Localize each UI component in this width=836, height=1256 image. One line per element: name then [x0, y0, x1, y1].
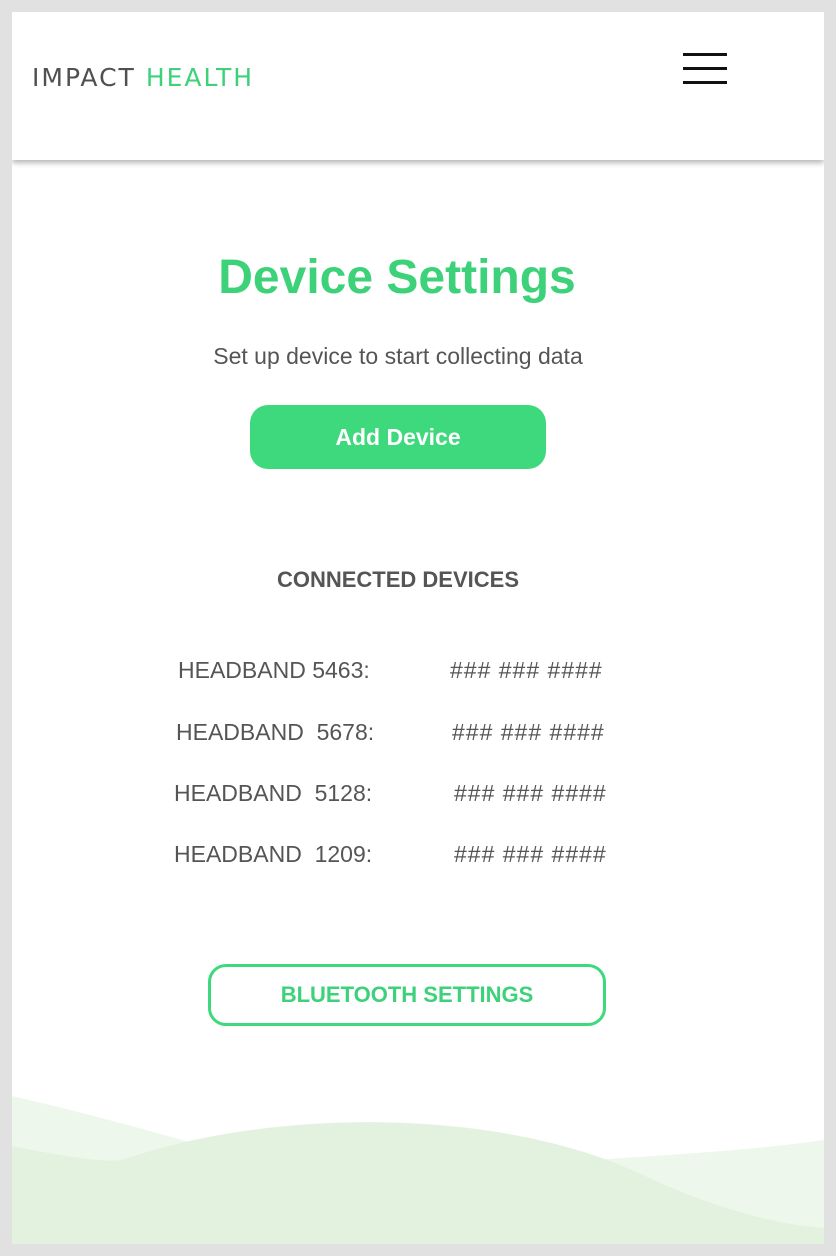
- logo-word-impact: IMPACT: [32, 63, 136, 92]
- menu-bar-middle: [683, 67, 727, 70]
- device-settings-screen: IMPACT HEALTH Device Settings Set up devi…: [12, 12, 824, 1244]
- connected-devices-heading: CONNECTED DEVICES: [276, 567, 520, 592]
- device-value: ### ### ####: [454, 780, 607, 806]
- device-row: HEADBAND 5678: ### ### ####: [176, 717, 636, 747]
- device-name: HEADBAND 5128:: [174, 780, 373, 806]
- device-name: HEADBAND 5678:: [176, 719, 375, 745]
- decorative-wave-background: [12, 1096, 824, 1244]
- menu-bar-bottom: [683, 81, 727, 84]
- device-row: HEADBAND 5463: ### ### ####: [178, 655, 638, 685]
- device-row: HEADBAND 1209: ### ### ####: [174, 839, 634, 869]
- logo-word-health: HEALTH: [145, 63, 255, 92]
- device-name: HEADBAND 1209:: [174, 841, 373, 867]
- app-header: IMPACT HEALTH: [12, 12, 824, 160]
- menu-bar-top: [683, 53, 727, 56]
- hamburger-menu-icon[interactable]: [676, 48, 734, 92]
- bluetooth-settings-button[interactable]: BLUETOOTH SETTINGS: [208, 964, 606, 1026]
- device-value: ### ### ####: [450, 657, 603, 683]
- device-value: ### ### ####: [454, 841, 607, 867]
- add-device-button[interactable]: Add Device: [250, 405, 546, 469]
- device-name: HEADBAND 5463:: [178, 657, 370, 683]
- page-subtitle: Set up device to start collecting data: [213, 343, 583, 369]
- impact-health-logo[interactable]: IMPACT HEALTH: [32, 63, 254, 93]
- page-title: Device Settings: [218, 251, 576, 304]
- device-value: ### ### ####: [452, 719, 605, 745]
- device-row: HEADBAND 5128: ### ### ####: [174, 778, 634, 808]
